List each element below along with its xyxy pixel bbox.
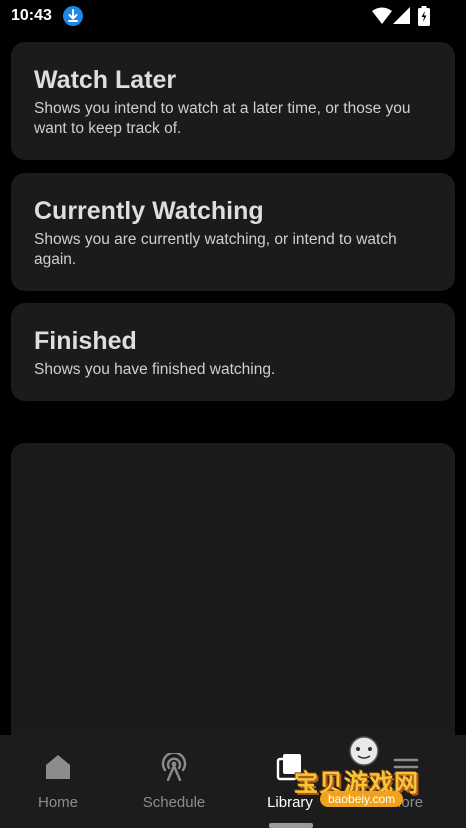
watermark-url: baobeiy.com bbox=[320, 791, 404, 807]
status-bar: 10:43 bbox=[0, 0, 466, 32]
card-currently-watching[interactable]: Currently Watching Shows you are current… bbox=[11, 173, 455, 291]
battery-icon bbox=[418, 6, 430, 26]
empty-panel bbox=[11, 443, 455, 763]
status-time: 10:43 bbox=[11, 7, 52, 24]
signal-icon bbox=[393, 7, 410, 24]
card-description: Shows you intend to watch at a later tim… bbox=[34, 100, 411, 137]
card-description: Shows you have finished watching. bbox=[34, 361, 276, 378]
download-icon bbox=[63, 6, 83, 26]
card-title: Finished bbox=[34, 327, 137, 355]
nav-label: Schedule bbox=[142, 794, 206, 811]
nav-label: Home bbox=[37, 794, 78, 811]
nav-item-schedule[interactable]: Schedule bbox=[116, 735, 232, 828]
card-watch-later[interactable]: Watch Later Shows you intend to watch at… bbox=[11, 42, 455, 160]
nav-item-home[interactable]: Home bbox=[0, 735, 116, 828]
active-tab-indicator bbox=[269, 823, 313, 828]
broadcast-icon bbox=[161, 753, 187, 781]
card-title: Watch Later bbox=[34, 66, 177, 94]
card-title: Currently Watching bbox=[34, 197, 264, 225]
card-description: Shows you are currently watching, or int… bbox=[34, 231, 397, 268]
watermark-logo: 宝贝游戏网 baobeiy.com bbox=[286, 735, 466, 815]
wifi-icon bbox=[372, 7, 392, 24]
home-icon bbox=[46, 755, 70, 779]
card-finished[interactable]: Finished Shows you have finished watchin… bbox=[11, 303, 455, 401]
